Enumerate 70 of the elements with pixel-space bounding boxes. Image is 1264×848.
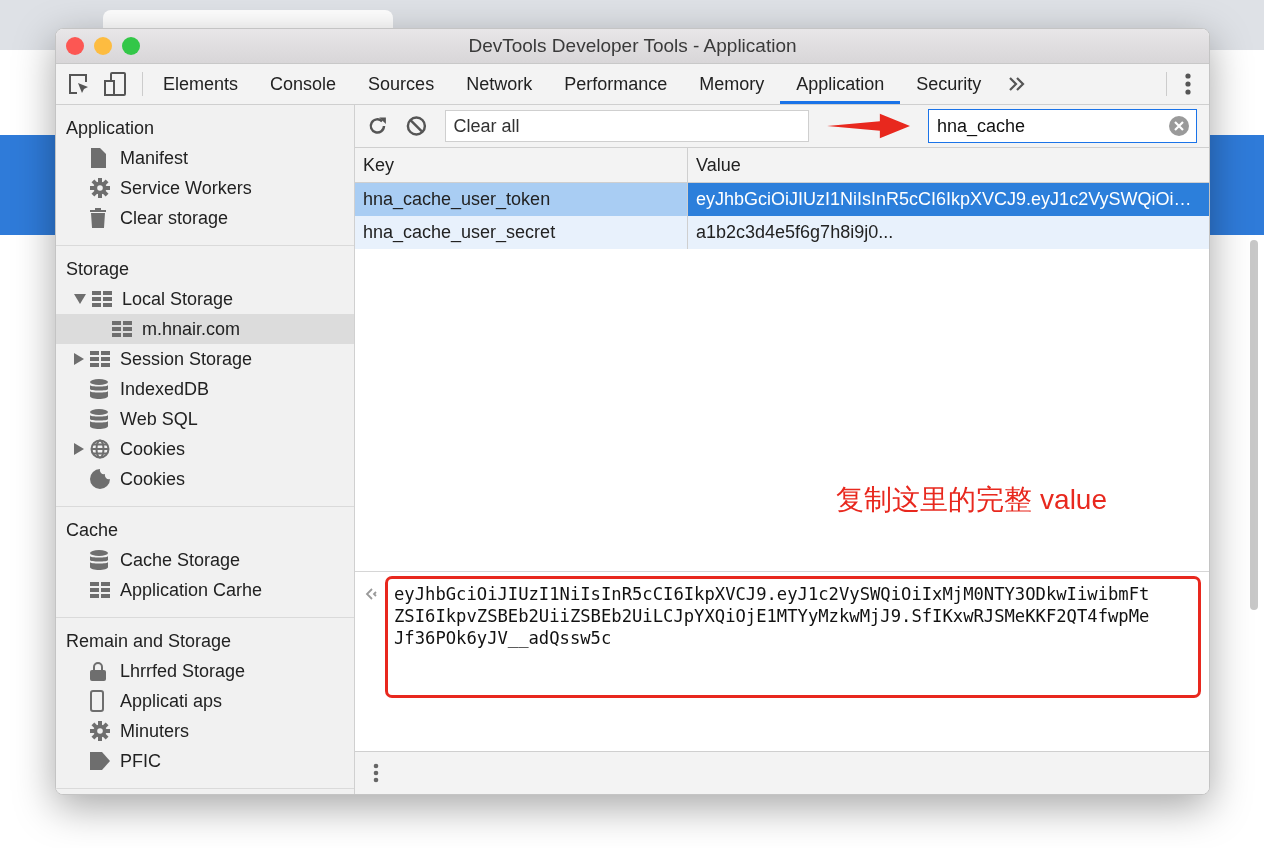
panel-tab[interactable]: Memory: [683, 67, 781, 104]
globe-icon: [90, 439, 110, 459]
device-icon[interactable]: [104, 72, 126, 96]
grid-icon: [90, 351, 110, 367]
cookie-icon: [90, 469, 110, 489]
clear-icon[interactable]: [1169, 116, 1189, 136]
inspect-icon[interactable]: [68, 73, 90, 95]
panel-tab[interactable]: Performance: [548, 67, 684, 104]
database-icon: [90, 409, 108, 429]
window-title: DevTools Developer Tools - Application: [468, 35, 797, 57]
gear-icon: [90, 178, 110, 198]
sidebar-item[interactable]: Minuters: [56, 716, 354, 746]
more-tabs-icon[interactable]: [1009, 77, 1026, 91]
tag-icon: [90, 752, 110, 770]
sidebar-item[interactable]: Lhrrfed Storage: [56, 656, 354, 686]
table-cell-text: hna_cache_user_secret: [362, 221, 557, 245]
sidebar-item[interactable]: Cache Storage: [56, 545, 354, 575]
menu-icon[interactable]: [1185, 73, 1191, 95]
expand-arrow-icon[interactable]: [74, 294, 86, 304]
panel-tab[interactable]: Sources: [352, 67, 451, 104]
table-cell: eyJhbGciOiJIUzI1NiIsInR5cCI6IkpXVCJ9.eyJ1c2VySWQiOi…: [687, 183, 1209, 216]
panel-tab[interactable]: Security: [900, 67, 998, 104]
sidebar-item[interactable]: m.hnair.com: [56, 314, 354, 344]
panel-tab[interactable]: Network: [450, 67, 549, 104]
sidebar-item[interactable]: Application Carhe: [56, 575, 354, 605]
annotation-text: 复制这里的完整 value: [836, 483, 1107, 517]
panel-tab[interactable]: Elements: [147, 67, 255, 104]
table-cell: a1b2c3d4e5f6g7h8i9j0...: [687, 216, 1209, 249]
close-icon[interactable]: [66, 37, 84, 55]
file-icon: [90, 148, 106, 168]
database-icon: [90, 550, 108, 570]
sidebar-item[interactable]: Local Storage: [56, 284, 354, 314]
search-field[interactable]: hna_cache: [928, 109, 1197, 143]
gear-icon: [90, 721, 110, 741]
refresh-icon[interactable]: [367, 115, 388, 137]
database-icon: [90, 379, 108, 399]
sidebar-item[interactable]: Service Workers: [56, 173, 354, 203]
sidebar-item[interactable]: Clear storage: [56, 203, 354, 233]
lock-icon: [90, 661, 106, 681]
sidebar-item[interactable]: Web SQL: [56, 404, 354, 434]
phone-icon: [90, 690, 104, 712]
grid-icon: [112, 321, 132, 337]
sidebar-item[interactable]: Cookies: [56, 464, 354, 494]
sidebar-item[interactable]: Session Storage: [56, 344, 354, 374]
trash-icon: [90, 208, 106, 228]
table-row[interactable]: hna_cache_user_secret a1b2c3d4e5f6g7h8i9j0...: [355, 216, 1209, 249]
sidebar-item[interactable]: Manifest: [56, 143, 354, 173]
sidebar-item[interactable]: Applicati aps: [56, 686, 354, 716]
caret-icon: [365, 588, 377, 600]
collapse-arrow-icon[interactable]: [74, 353, 84, 365]
column-header[interactable]: Key: [355, 148, 687, 182]
section-title: Remain and Storage: [65, 630, 233, 653]
grid-icon: [90, 582, 110, 598]
sidebar-item[interactable]: Cookies: [56, 434, 354, 464]
panel-tab[interactable]: Console: [254, 67, 353, 104]
scrollbar[interactable]: [1250, 240, 1258, 610]
table-row[interactable]: hna_cache_user_token eyJhbGciOiJIUzI1NiIsInR5cCI6IkpXVCJ9.eyJ1c2VySWQiOi…: [355, 183, 1209, 216]
block-icon[interactable]: [405, 115, 427, 137]
value-preview: eyJhbGciOiJIUzI1NiIsInR5cCI6IkpXVCJ9.eyJ1c2VySWQiOiIxMjM0NTY3ODkwIiwibmFtZSI6IkpvZSBEb2UiiZSBEb2UiLCJpYXQiOjE1MTYyMzkwMjJ9.SfIKxwRJSMeKKF2QT4fwpMeJf36POk6yJV__adQssw5c: [394, 583, 1150, 649]
filter-field[interactable]: Clear all: [444, 110, 809, 142]
table-cell-text: hna_cache_user_token: [362, 188, 552, 212]
menu-icon[interactable]: [373, 763, 379, 783]
section-title: Cache: [65, 519, 120, 542]
section-title: Application: [65, 117, 156, 140]
sidebar-item[interactable]: IndexedDB: [56, 374, 354, 404]
collapse-arrow-icon[interactable]: [74, 443, 84, 455]
sidebar-item[interactable]: PFIC: [56, 746, 354, 776]
section-title: Storage: [65, 258, 131, 281]
column-header[interactable]: Value: [687, 148, 1209, 182]
grid-icon: [92, 291, 112, 307]
